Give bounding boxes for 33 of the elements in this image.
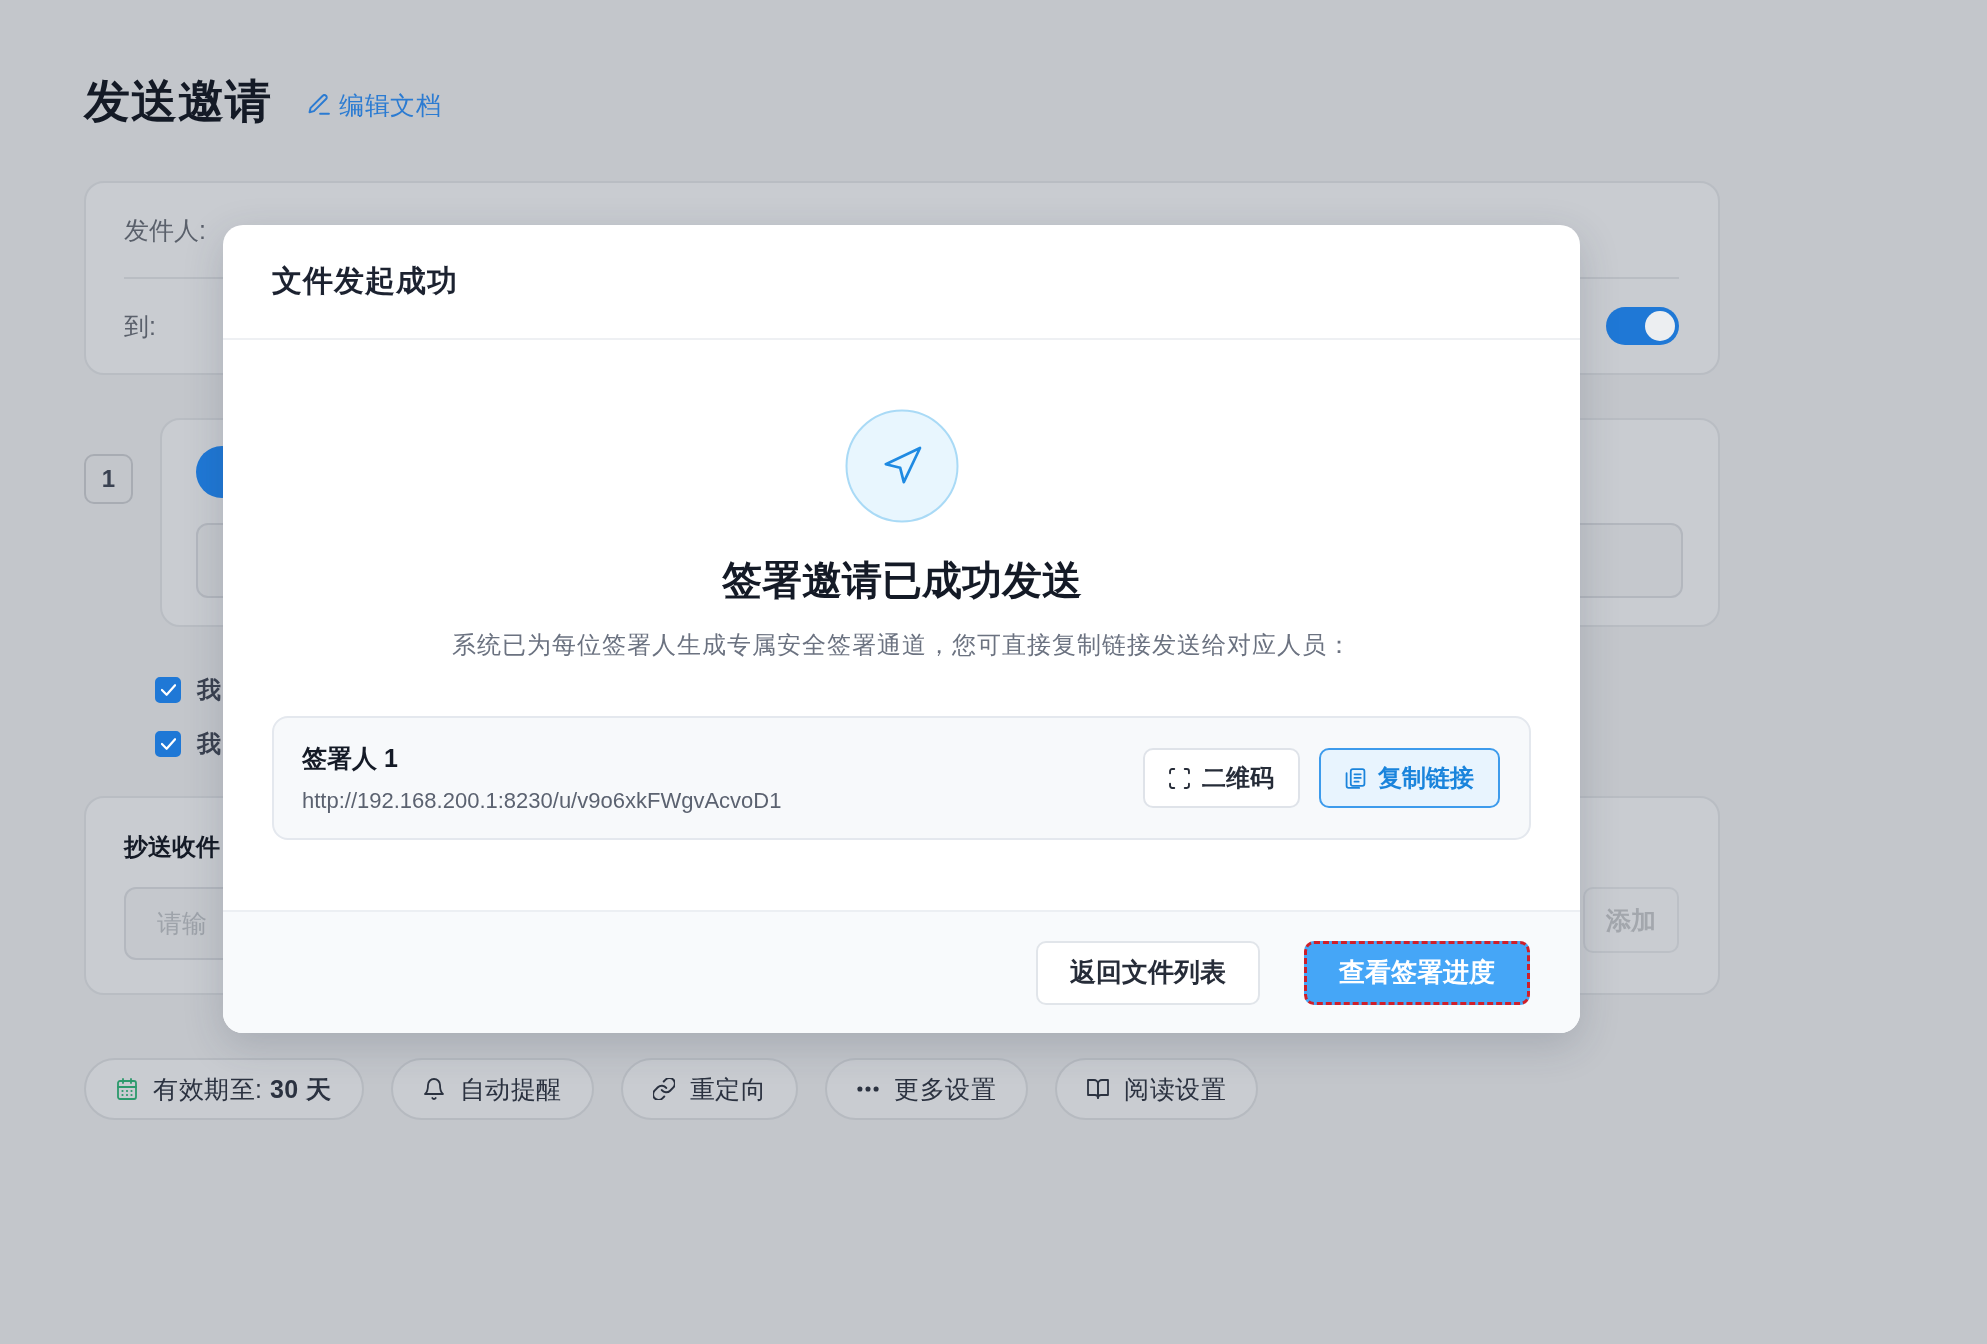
- step-number: 1: [84, 454, 133, 504]
- redirect-button[interactable]: 重定向: [620, 1058, 799, 1120]
- back-to-list-button[interactable]: 返回文件列表: [1036, 940, 1260, 1005]
- reminder-button[interactable]: 自动提醒: [390, 1058, 594, 1120]
- book-icon: [1087, 1078, 1110, 1100]
- bell-icon: [422, 1078, 445, 1100]
- copy-link-button[interactable]: 复制链接: [1319, 748, 1500, 808]
- checkbox[interactable]: [155, 677, 181, 703]
- page-title: 发送邀请: [84, 74, 272, 129]
- recipient-label: 到:: [124, 310, 156, 342]
- qr-code-button[interactable]: 二维码: [1143, 748, 1300, 808]
- ellipsis-icon: [857, 1086, 880, 1092]
- copy-icon: [1345, 767, 1366, 789]
- agreement-text: 我: [197, 675, 221, 705]
- checkbox[interactable]: [155, 731, 181, 757]
- dialog-title: 文件发起成功: [272, 263, 458, 299]
- agreement-text: 我: [197, 729, 221, 759]
- sender-label: 发件人:: [124, 214, 206, 246]
- signer-name: 签署人 1: [302, 742, 398, 774]
- calendar-icon: [116, 1078, 138, 1100]
- scan-frame-icon: [1169, 767, 1190, 789]
- success-heading: 签署邀请已成功发送: [721, 557, 1082, 604]
- more-settings-button[interactable]: 更多设置: [825, 1058, 1029, 1120]
- pencil-icon: [308, 94, 330, 116]
- toggle-switch[interactable]: [1606, 307, 1679, 345]
- check-icon: [160, 738, 176, 750]
- expiry-button[interactable]: 有效期至: 30 天: [84, 1058, 364, 1120]
- link-icon: [652, 1078, 675, 1100]
- check-icon: [160, 684, 176, 696]
- reading-settings-button[interactable]: 阅读设置: [1055, 1058, 1259, 1120]
- cc-recipients-title: 抄送收件: [124, 832, 220, 862]
- dialog-description: 系统已为每位签署人生成专属安全签署通道，您可直接复制链接发送给对应人员：: [451, 630, 1352, 660]
- signer-url: http://192.168.200.1:8230/u/v9o6xkFWgvAcvoD1: [302, 786, 782, 815]
